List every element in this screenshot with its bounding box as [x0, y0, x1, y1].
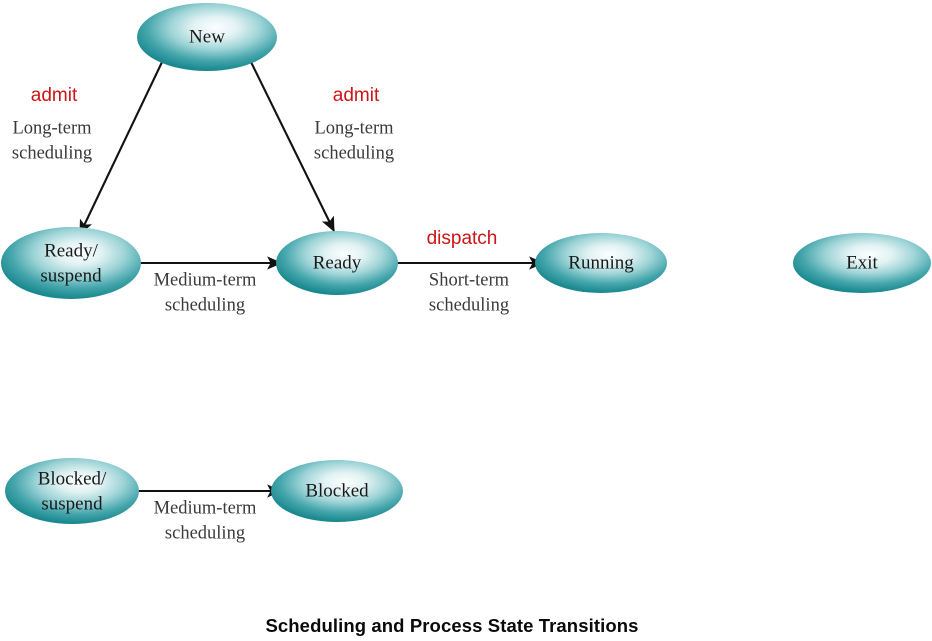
- edge-scheduling-label-line2-ready-suspend-to-ready: scheduling: [165, 295, 245, 315]
- state-label-line2: suspend: [41, 493, 103, 514]
- state-ellipse: [1, 227, 141, 299]
- edge-action-label-new-to-ready: admit: [333, 85, 380, 106]
- figure-caption: Scheduling and Process State Transitions: [265, 615, 638, 636]
- state-label-line2: suspend: [40, 265, 102, 286]
- edge-scheduling-label-line1-new-to-ready-suspend: Long-term: [12, 118, 92, 138]
- state-node-exit[interactable]: Exit: [793, 233, 931, 293]
- edge-action-label-new-to-ready-suspend: admit: [31, 85, 78, 106]
- edge-scheduling-label-line2-ready-to-running: scheduling: [429, 295, 509, 315]
- state-node-blocked_suspend[interactable]: Blocked/suspend: [5, 458, 139, 524]
- state-label: Blocked: [305, 480, 369, 501]
- state-label-line1: Ready/: [44, 240, 99, 261]
- state-label: Exit: [846, 252, 878, 273]
- edge-scheduling-label-line1-blocked-suspend-to-blocked: Medium-term: [154, 498, 257, 518]
- edge-scheduling-label-line1-ready-to-running: Short-term: [429, 270, 510, 290]
- edge-scheduling-label-line2-new-to-ready: scheduling: [314, 143, 394, 163]
- state-label-line1: Blocked/: [38, 468, 107, 489]
- edge-scheduling-label-line1-ready-suspend-to-ready: Medium-term: [154, 270, 257, 290]
- edge-new-to-ready-suspend: [79, 59, 164, 236]
- state-node-running[interactable]: Running: [535, 233, 667, 293]
- state-node-ready_suspend[interactable]: Ready/suspend: [1, 227, 141, 299]
- edge-action-label-ready-to-running: dispatch: [427, 228, 498, 249]
- edge-line: [79, 59, 164, 236]
- state-label: Running: [568, 252, 634, 273]
- state-label: New: [189, 26, 225, 47]
- state-label: Ready: [313, 252, 362, 273]
- edge-scheduling-label-line2-new-to-ready-suspend: scheduling: [12, 143, 92, 163]
- edge-scheduling-label-line2-blocked-suspend-to-blocked: scheduling: [165, 523, 245, 543]
- edge-scheduling-label-line1-new-to-ready: Long-term: [314, 118, 394, 138]
- state-node-ready[interactable]: Ready: [276, 231, 398, 295]
- state-node-new[interactable]: New: [137, 3, 277, 71]
- state-node-blocked[interactable]: Blocked: [271, 460, 403, 522]
- diagram-canvas: New Ready/suspend Ready Running Exit Blocked/…: [0, 0, 932, 641]
- process-state-transition-diagram: New Ready/suspend Ready Running Exit Blocked/…: [1, 3, 931, 636]
